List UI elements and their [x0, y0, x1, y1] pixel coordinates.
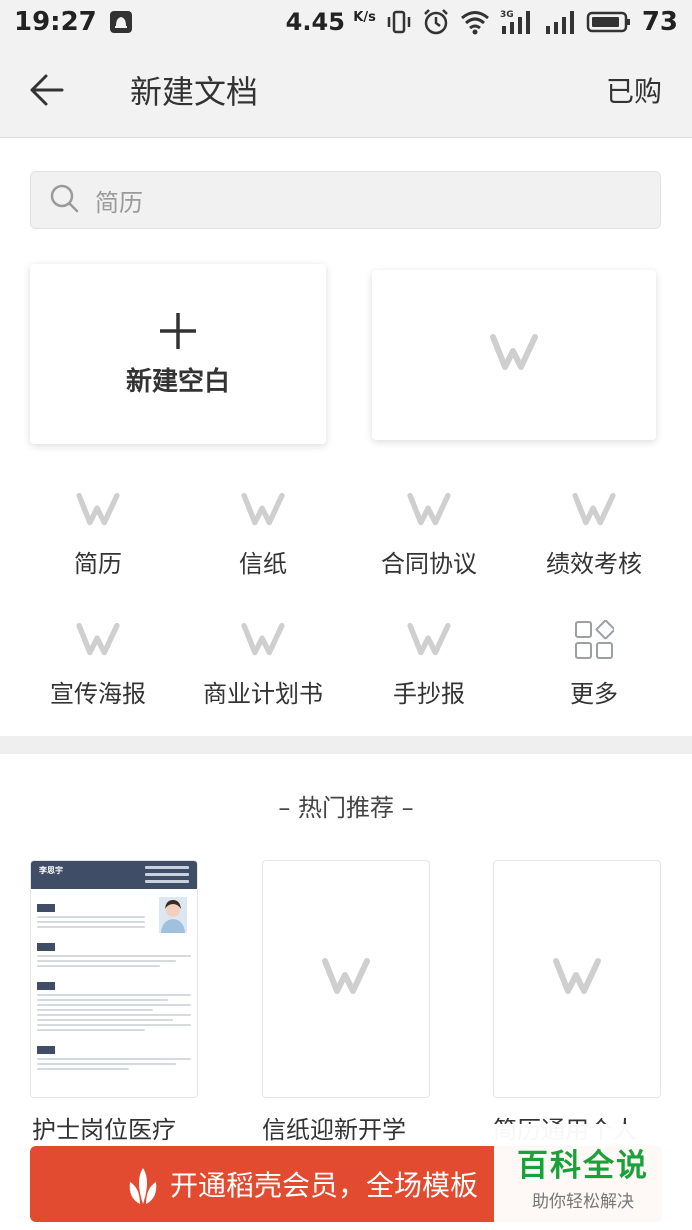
watermark: 百科全说 助你轻松解决 [494, 1124, 672, 1228]
wps-logo-icon [75, 614, 121, 666]
new-blank-label: 新建空白 [125, 366, 230, 397]
new-blank-button[interactable]: 新建空白 [30, 264, 326, 444]
status-bar: 19:27 4.45 K/s 3G 73 [0, 0, 692, 44]
status-time: 19:27 [14, 7, 97, 37]
wps-logo-icon [406, 484, 452, 536]
title-bar: 新建文档 已购 [0, 44, 692, 138]
battery-level: 73 [641, 7, 678, 37]
category-label: 手抄报 [393, 680, 465, 708]
template-thumbnail-nurse-resume[interactable]: 李思宇 [30, 860, 198, 1098]
page-title: 新建文档 [130, 73, 259, 111]
wps-logo-icon [240, 484, 286, 536]
signal-3g-icon: 3G [500, 8, 534, 36]
watermark-title: 百科全说 [517, 1148, 649, 1184]
search-input[interactable]: 简历 [30, 171, 661, 229]
notification-icon [109, 10, 133, 34]
category-label: 合同协议 [381, 550, 477, 578]
resume-photo [159, 897, 187, 933]
search-placeholder: 简历 [95, 188, 143, 217]
category-label: 宣传海报 [50, 680, 146, 708]
category-letter-paper[interactable]: 信纸 [183, 484, 343, 594]
wps-logo-icon [549, 957, 605, 1001]
vibrate-icon [386, 9, 412, 35]
template-label: 信纸迎新开学 [262, 1116, 406, 1144]
category-label: 绩效考核 [546, 550, 642, 578]
wps-logo-icon [571, 484, 617, 536]
wps-logo-icon [318, 957, 374, 1001]
search-icon [49, 183, 79, 217]
category-label: 信纸 [239, 550, 287, 578]
resume-name: 李思宇 [39, 866, 63, 875]
svg-text:3G: 3G [500, 10, 514, 20]
purchased-link[interactable]: 已购 [606, 68, 662, 116]
watermark-subtitle: 助你轻松解决 [532, 1192, 634, 1212]
category-contract[interactable]: 合同协议 [349, 484, 509, 594]
category-label: 更多 [570, 680, 618, 708]
wps-logo-icon [406, 614, 452, 666]
plus-icon [158, 311, 198, 355]
category-poster[interactable]: 宣传海报 [18, 614, 178, 724]
back-button[interactable] [22, 68, 70, 116]
grid-more-icon [574, 614, 614, 666]
category-handwritten-newspaper[interactable]: 手抄报 [349, 614, 509, 724]
hot-recommend-title: – 热门推荐 – [278, 794, 414, 822]
back-arrow-icon [26, 70, 66, 114]
alarm-icon [422, 8, 450, 36]
category-label: 商业计划书 [203, 680, 323, 708]
template-thumbnail-letter-paper[interactable] [262, 860, 430, 1098]
category-more[interactable]: 更多 [514, 614, 674, 724]
vip-text: 开通稻壳会员，全场模板 [170, 1169, 479, 1202]
signal-icon [544, 8, 576, 36]
resume-preview: 李思宇 [31, 861, 197, 1097]
wps-logo-icon [240, 614, 286, 666]
category-label: 简历 [74, 550, 122, 578]
category-resume[interactable]: 简历 [18, 484, 178, 594]
template-card[interactable] [372, 270, 656, 440]
battery-icon [586, 10, 632, 34]
wps-logo-icon [75, 484, 121, 536]
template-label: 护士岗位医疗 [32, 1116, 176, 1144]
category-performance[interactable]: 绩效考核 [514, 484, 674, 594]
section-divider [0, 736, 692, 754]
docer-leaf-icon [126, 1166, 160, 1213]
wps-logo-icon [486, 333, 542, 377]
network-speed: 4.45 K/s [285, 8, 376, 36]
template-thumbnail-general-resume[interactable] [493, 860, 661, 1098]
wifi-icon [460, 9, 490, 35]
category-business-plan[interactable]: 商业计划书 [183, 614, 343, 724]
